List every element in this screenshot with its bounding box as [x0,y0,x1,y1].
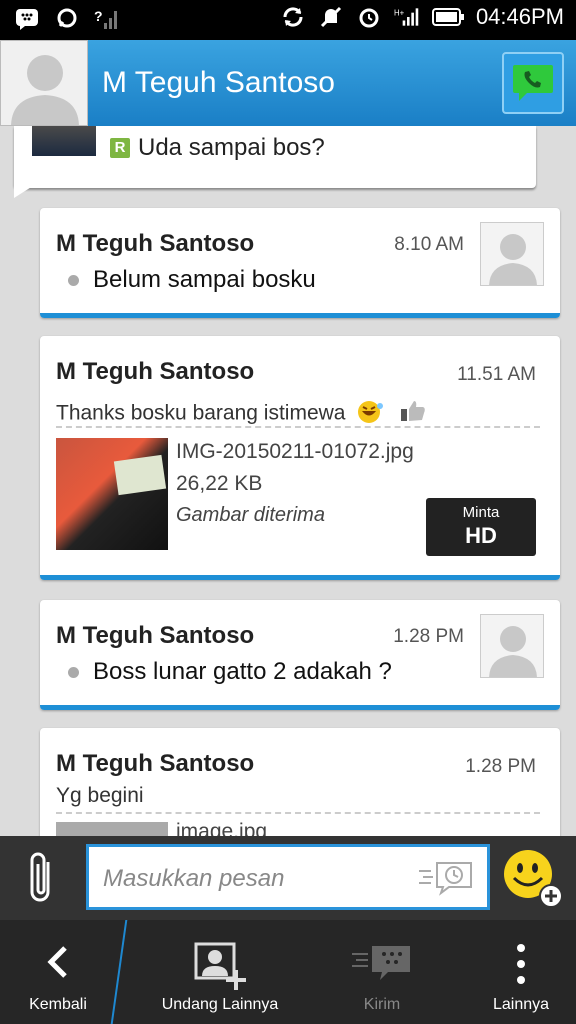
hd-label-small: Minta [462,504,500,521]
message-text: Uda sampai bos? [138,134,325,161]
sender-name: M Teguh Santoso [56,358,255,385]
more-label: Lainnya [492,996,550,1013]
bubble-accent [40,313,560,318]
thumbs-up-icon [399,399,427,429]
contact-avatar[interactable] [0,40,88,126]
invite-others-button[interactable]: Undang Lainnya [140,920,300,1024]
file-name: IMG-20150211-01072.jpg [176,440,414,463]
message-text: Thanks bosku barang istimewa [56,401,346,425]
attach-button[interactable] [26,850,58,906]
back-button[interactable]: Kembali [0,920,116,1024]
no-signal-icon: ? [94,6,120,32]
alarm-icon [356,4,382,30]
smiley-add-icon [504,850,563,908]
chat-bubble-icon [54,6,80,32]
add-contact-icon [190,942,250,997]
bubble-tail [14,184,36,198]
svg-text:H+: H+ [394,8,405,17]
message-body: Belum sampai bosku [68,266,316,294]
bottom-action-bar: Kembali Undang Lainnya Kirim Lainnya [0,920,576,1024]
status-bar: ? H+ 04:46PM [0,0,576,40]
divider [56,426,540,428]
received-message[interactable]: M Teguh Santoso 1.28 PM Boss lunar gatto… [40,600,560,710]
sender-avatar[interactable] [480,222,544,286]
sender-avatar[interactable] [480,614,544,678]
contact-name[interactable]: M Teguh Santoso [102,66,335,100]
message-text: Boss lunar gatto 2 adakah ? [93,658,392,685]
back-label: Kembali [29,996,87,1013]
send-clock-icon[interactable] [417,859,475,897]
read-status-icon: R [110,138,130,158]
sender-name: M Teguh Santoso [56,750,255,777]
battery-icon [431,4,464,30]
file-status: Gambar diterima [176,504,325,526]
message-time: 1.28 PM [465,756,536,777]
voice-call-button[interactable] [502,52,564,114]
more-vertical-icon [515,942,527,991]
emoji-button[interactable] [502,848,564,910]
bbm-send-icon [350,942,414,991]
svg-text:?: ? [94,8,103,24]
request-hd-button[interactable]: Minta HD [426,498,536,556]
bullet-icon [68,666,79,678]
hd-label: HD [465,523,497,548]
sent-message[interactable]: R Uda sampai bos? [14,126,536,188]
sender-thumbnail [32,126,96,156]
compose-bar: Masukkan pesan [0,836,576,920]
message-time: 11.51 AM [457,364,536,385]
signal-icon: H+ [394,4,420,30]
mute-icon [318,4,344,30]
received-message[interactable]: M Teguh Santoso 8.10 AM Belum sampai bos… [40,208,560,318]
clock: 04:46PM [475,4,564,29]
message-list[interactable]: R Uda sampai bos? M Teguh Santoso 8.10 A… [0,126,576,836]
sender-name: M Teguh Santoso [56,622,255,649]
received-message[interactable]: M Teguh Santoso 11.51 AM Thanks bosku ba… [40,336,560,580]
phone-bubble-icon [513,65,553,101]
chat-header: M Teguh Santoso [0,40,576,126]
invite-label: Undang Lainnya [161,996,279,1013]
bbm-icon [14,6,40,32]
bullet-icon [68,274,79,286]
paperclip-icon [30,852,50,902]
received-message[interactable]: M Teguh Santoso 1.28 PM Yg begini image.… [40,728,560,836]
send-label: Kirim [363,996,401,1013]
sender-name: M Teguh Santoso [56,230,255,257]
message-time: 1.28 PM [393,626,464,647]
file-size: 26,22 KB [176,472,263,495]
message-text: Belum sampai bosku [93,266,316,293]
message-text: Yg begini [56,784,144,807]
chevron-left-icon [43,942,73,987]
bubble-accent [40,705,560,710]
send-button[interactable]: Kirim [322,920,442,1024]
sync-icon [280,4,306,30]
message-body: Boss lunar gatto 2 adakah ? [68,658,392,686]
message-input[interactable]: Masukkan pesan [86,844,490,910]
more-button[interactable]: Lainnya [466,920,576,1024]
file-name: image.jpg [176,820,268,836]
bubble-accent [40,575,560,580]
input-placeholder: Masukkan pesan [103,865,285,892]
divider [56,812,540,814]
image-thumbnail[interactable] [56,438,168,550]
image-thumbnail[interactable] [56,822,168,836]
message-time: 8.10 AM [394,234,464,255]
note-paper [113,454,167,496]
